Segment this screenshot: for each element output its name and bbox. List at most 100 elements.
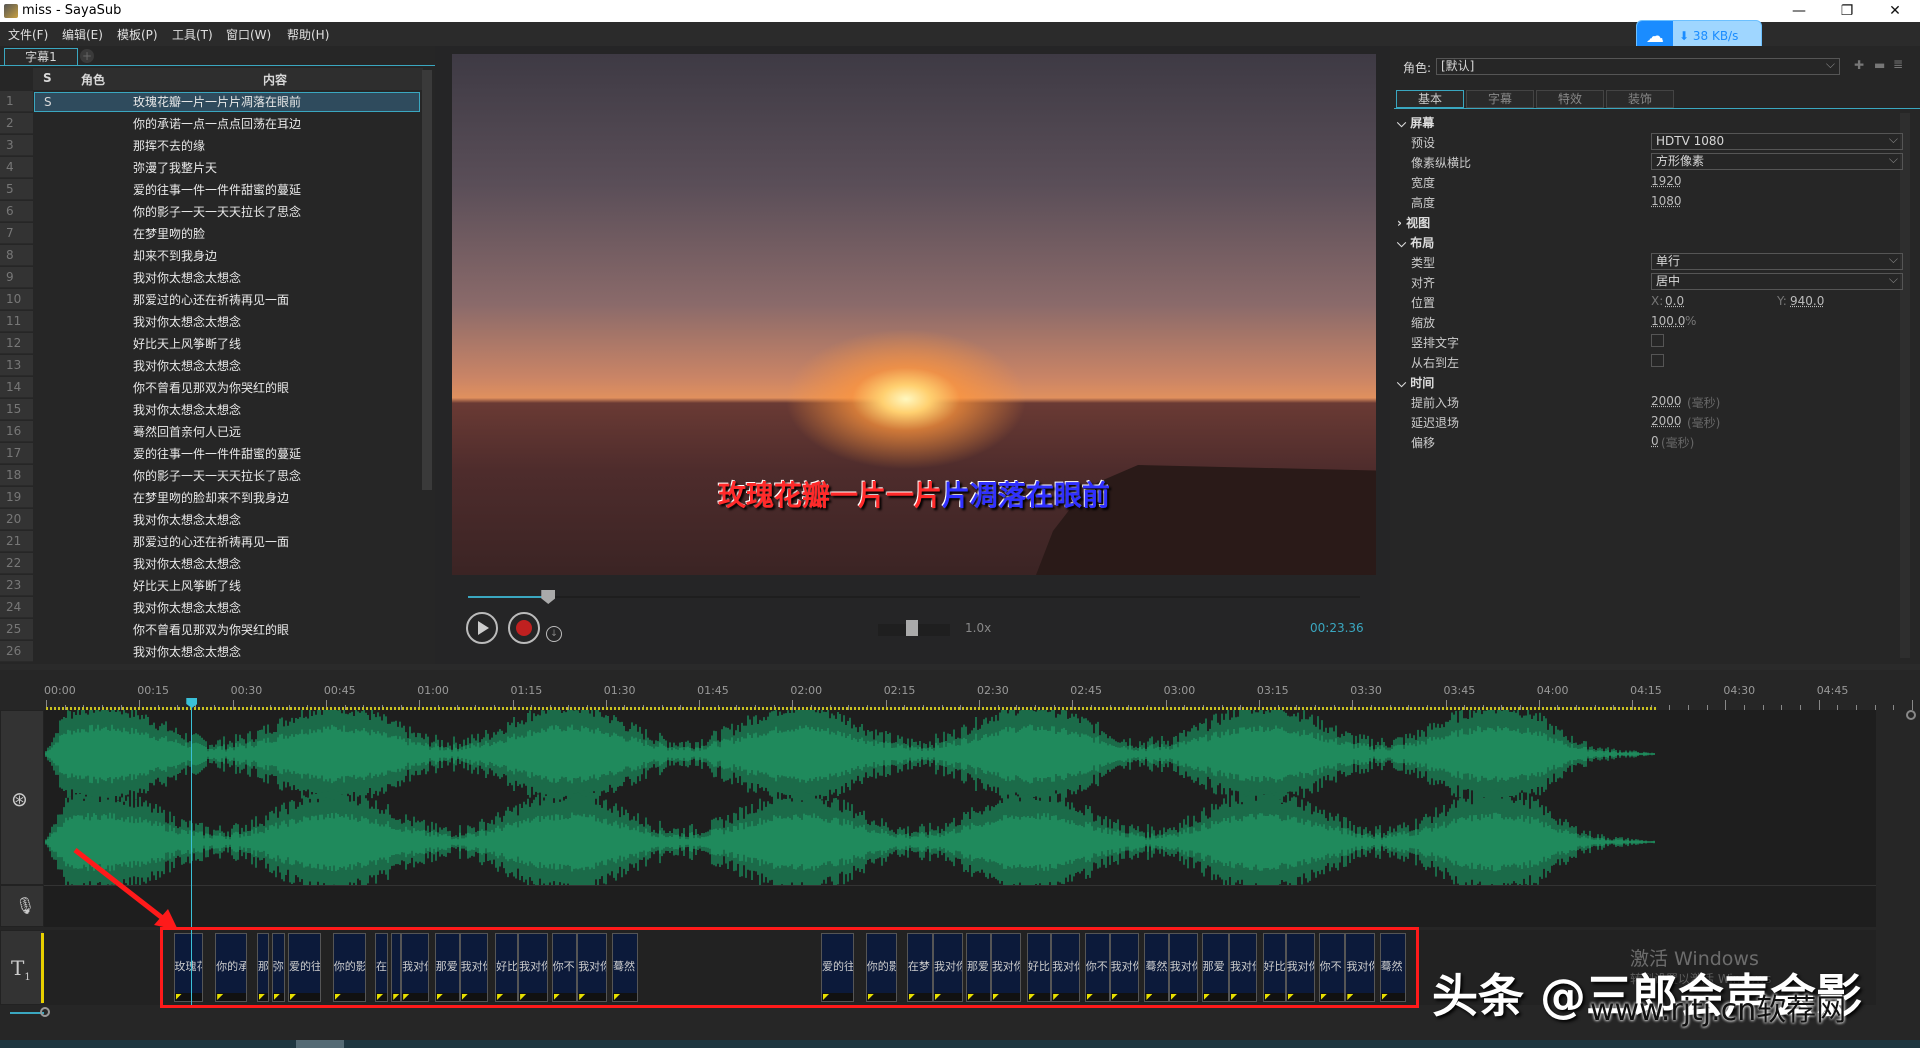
list-row[interactable]: 3 那挥不去的缘: [0, 135, 422, 157]
zoom-handle[interactable]: [40, 1007, 50, 1017]
header-role[interactable]: 角色: [81, 71, 105, 88]
ruler-tick: [1818, 700, 1820, 710]
section-view[interactable]: › 视图: [1397, 214, 1430, 231]
scale-value[interactable]: 100.0: [1651, 314, 1685, 328]
row-content: 那挥不去的缘: [133, 139, 206, 153]
lead-in-value[interactable]: 2000: [1651, 394, 1682, 408]
role-menu-icon[interactable]: ≣: [1893, 57, 1903, 71]
list-row[interactable]: 4 弥漫了我整片天: [0, 157, 422, 179]
list-row[interactable]: 17 爱的往事一件一件件甜蜜的蔓延: [0, 443, 422, 465]
vertical-text-checkbox[interactable]: [1651, 334, 1664, 347]
row-content: 玫瑰花瓣一片一片片凋落在眼前: [133, 95, 302, 109]
list-row[interactable]: 23 好比天上风筝断了线: [0, 575, 422, 597]
add-tab-icon[interactable]: +: [80, 49, 94, 63]
list-row[interactable]: 10 那爱过的心还在祈祷再见一面: [0, 289, 422, 311]
menu-file[interactable]: 文件(F): [8, 26, 48, 43]
remove-role-icon[interactable]: ▬: [1874, 58, 1885, 72]
x-value[interactable]: 0.0: [1665, 294, 1684, 308]
list-row[interactable]: 20 我对你太想念太想念: [0, 509, 422, 531]
list-row[interactable]: 6 你的影子一天一天天拉长了思念: [0, 201, 422, 223]
menu-window[interactable]: 窗口(W): [226, 26, 271, 43]
list-row[interactable]: 14 你不曾看见那双为你哭红的眼: [0, 377, 422, 399]
row-number: 18: [0, 465, 33, 486]
rtl-checkbox[interactable]: [1651, 354, 1664, 367]
minimize-button[interactable]: —: [1776, 0, 1822, 22]
type-select[interactable]: 单行: [1651, 252, 1903, 270]
y-value[interactable]: 940.0: [1790, 294, 1824, 308]
row-number: 14: [0, 377, 33, 398]
close-button[interactable]: ✕: [1872, 0, 1918, 22]
list-row[interactable]: 18 你的影子一天一天天拉长了思念: [0, 465, 422, 487]
menu-edit[interactable]: 编辑(E): [62, 26, 103, 43]
list-row[interactable]: 21 那爱过的心还在祈祷再见一面: [0, 531, 422, 553]
list-row[interactable]: 26 我对你太想念太想念: [0, 641, 422, 663]
header-s[interactable]: S: [43, 71, 52, 85]
list-row[interactable]: 11 我对你太想念太想念: [0, 311, 422, 333]
seek-handle[interactable]: [541, 590, 556, 604]
tab-subtitle[interactable]: 字幕: [1466, 90, 1534, 108]
tab-effects[interactable]: 特效: [1536, 90, 1604, 108]
list-row[interactable]: 25 你不曾看见那双为你哭红的眼: [0, 619, 422, 641]
record-button[interactable]: [508, 612, 540, 644]
list-scrollbar[interactable]: [422, 70, 432, 490]
zoom-slider[interactable]: [10, 1012, 44, 1014]
section-time[interactable]: ⌵ 时间: [1397, 374, 1434, 391]
current-time: 00:23.36: [1310, 621, 1364, 635]
list-row[interactable]: 9 我对你太想念太想念: [0, 267, 422, 289]
list-row[interactable]: 16 蓦然回首亲何人已远: [0, 421, 422, 443]
tab-decoration[interactable]: 装饰: [1606, 90, 1674, 108]
list-row[interactable]: 15 我对你太想念太想念: [0, 399, 422, 421]
align-select[interactable]: 居中: [1651, 272, 1903, 290]
video-track-header[interactable]: ⊛: [0, 710, 44, 885]
tab-subtitle-1[interactable]: 字幕1: [4, 48, 78, 66]
row-content: 那爱过的心还在祈祷再见一面: [133, 293, 290, 307]
add-role-icon[interactable]: ✚: [1854, 58, 1864, 72]
properties-scrollbar[interactable]: [1900, 113, 1910, 658]
mic-track[interactable]: [44, 885, 1876, 927]
text-track-header[interactable]: T1: [0, 930, 45, 1005]
preset-select[interactable]: HDTV 1080: [1651, 132, 1903, 150]
list-row[interactable]: 12 好比天上风筝断了线: [0, 333, 422, 355]
list-row[interactable]: 24 我对你太想念太想念: [0, 597, 422, 619]
delay-out-unit: (毫秒): [1687, 416, 1721, 430]
download-icon[interactable]: ↓: [546, 626, 562, 642]
speed-handle[interactable]: [906, 620, 918, 636]
video-preview[interactable]: 玫瑰花瓣一片一片片凋落在眼前: [452, 54, 1376, 575]
width-value[interactable]: 1920: [1651, 174, 1682, 188]
vertical-zoom-handle[interactable]: [1906, 710, 1916, 720]
tab-basic[interactable]: 基本: [1396, 90, 1464, 108]
list-header: S 角色 内容: [33, 68, 423, 90]
list-row[interactable]: 5 爱的往事一件一件件甜蜜的蔓延: [0, 179, 422, 201]
restore-button[interactable]: ❐: [1824, 0, 1870, 22]
audio-waveform-track[interactable]: [44, 700, 1876, 896]
list-row[interactable]: 7 在梦里吻的脸: [0, 223, 422, 245]
timeline-hscrollbar[interactable]: [0, 1040, 1920, 1048]
offset-value[interactable]: 0: [1651, 434, 1659, 448]
x-label: X:: [1651, 294, 1664, 308]
list-row[interactable]: 1 S 玫瑰花瓣一片一片片凋落在眼前: [0, 91, 422, 113]
menu-tools[interactable]: 工具(T): [172, 26, 213, 43]
mic-track-header[interactable]: 🎙: [0, 885, 44, 927]
row-number: 26: [0, 641, 33, 662]
section-layout[interactable]: ⌵ 布局: [1397, 234, 1434, 251]
header-content[interactable]: 内容: [263, 71, 287, 88]
ruler-tick-label: 04:45: [1816, 684, 1849, 697]
list-row[interactable]: 22 我对你太想念太想念: [0, 553, 422, 575]
section-screen[interactable]: ⌵ 屏幕: [1397, 114, 1434, 131]
menu-template[interactable]: 模板(P): [117, 26, 158, 43]
row-number: 23: [0, 575, 33, 596]
list-row[interactable]: 19 在梦里吻的脸却来不到我身边: [0, 487, 422, 509]
menu-help[interactable]: 帮助(H): [287, 26, 329, 43]
list-row[interactable]: 2 你的承诺一点一点点回荡在耳边: [0, 113, 422, 135]
aspect-select[interactable]: 方形像素: [1651, 152, 1903, 170]
list-row[interactable]: 8 却来不到我身边: [0, 245, 422, 267]
height-value[interactable]: 1080: [1651, 194, 1682, 208]
seek-track[interactable]: [468, 596, 1360, 598]
row-number: 12: [0, 333, 33, 354]
list-row[interactable]: 13 我对你太想念太想念: [0, 355, 422, 377]
delay-out-value[interactable]: 2000: [1651, 414, 1682, 428]
row-content: 你的影子一天一天天拉长了思念: [133, 469, 302, 483]
play-button[interactable]: [466, 612, 498, 644]
hscroll-thumb[interactable]: [296, 1040, 344, 1048]
role-select[interactable]: [默认]: [1436, 57, 1840, 75]
